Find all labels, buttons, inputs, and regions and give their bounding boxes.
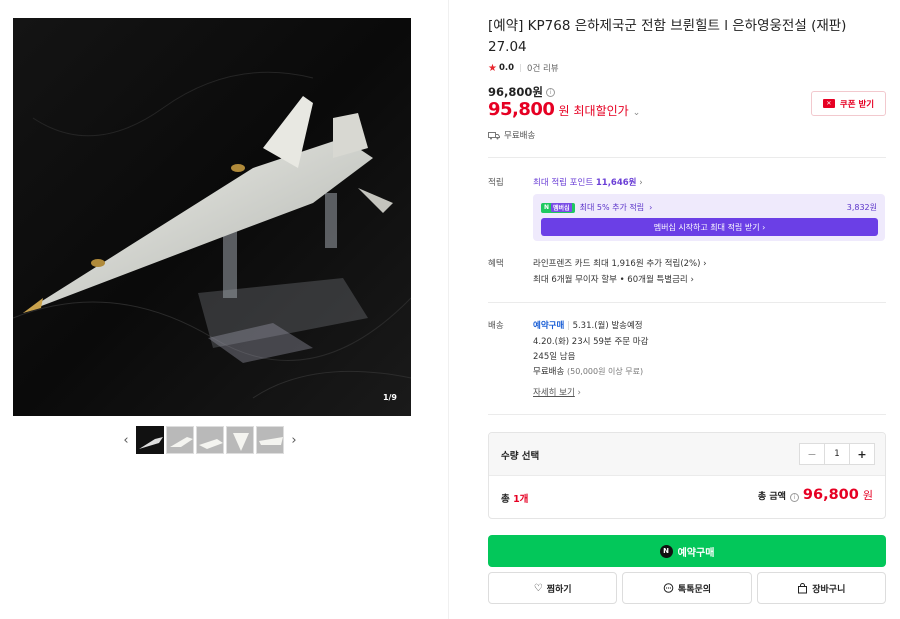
membership-badge-text: 멤버십: [551, 203, 572, 212]
thumbnail-1[interactable]: [136, 426, 164, 454]
benefit-installment-link[interactable]: 최대 6개월 무이자 할부 • 60개월 특별금리 ›: [533, 273, 694, 285]
membership-line: N 멤버십 최대 5% 추가 적립 ›: [541, 202, 652, 213]
divider: [488, 157, 886, 158]
max-points-label: 최대 적립 포인트: [533, 178, 594, 188]
info-icon[interactable]: i: [545, 87, 555, 97]
total-amount: 총 금액 i 96,800 원: [758, 487, 873, 503]
ship-date: 5.31.(월) 발송예정: [572, 321, 643, 331]
points-label: 적립: [488, 178, 504, 188]
total-amount-value: 96,800: [802, 487, 859, 503]
shopping-bag-icon: [798, 582, 808, 593]
naver-n-icon: N: [659, 544, 673, 558]
benefit-card-link[interactable]: 라인프렌즈 카드 최대 1,916원 추가 적립(2%) ›: [533, 257, 707, 269]
thumb-prev-icon[interactable]: ‹: [118, 426, 134, 454]
heart-icon: ♡: [533, 582, 543, 594]
secondary-actions: ♡ 찜하기 톡톡문의 장바구니: [488, 572, 886, 604]
quantity-stepper[interactable]: − 1 +: [799, 443, 875, 465]
minus-button[interactable]: −: [800, 444, 824, 464]
chevron-down-icon[interactable]: ⌄: [633, 108, 641, 118]
sale-price-label[interactable]: 최대할인가: [574, 102, 629, 119]
chevron-right-icon: ›: [577, 388, 581, 398]
total-amount-won: 원: [862, 489, 873, 502]
thumbnail-strip: ‹ ›: [118, 426, 302, 454]
buy-label: 예약구매: [677, 547, 715, 559]
max-points-link[interactable]: 최대 적립 포인트 11,646원 ›: [533, 176, 643, 188]
quantity-label: 수량 선택: [501, 451, 540, 462]
product-title: [예약] KP768 은하제국군 전함 브륀힐트 l 은하영웅전설 (재판) 2…: [488, 18, 847, 55]
membership-extra: 최대 5% 추가 적립: [579, 203, 645, 212]
membership-badge: N 멤버십: [541, 202, 575, 213]
column-divider: [448, 0, 449, 619]
wishlist-label: 찜하기: [546, 584, 572, 595]
thumbnail-3[interactable]: [196, 426, 224, 454]
remaining-days: 245일 남음: [533, 352, 576, 362]
rating-score: 0.0: [498, 63, 515, 73]
quantity-value[interactable]: 1: [824, 444, 850, 464]
membership-points: 3,832원: [846, 203, 877, 212]
chevron-right-icon: ›: [649, 203, 653, 212]
chat-bubble-icon: [663, 582, 674, 593]
sale-price-amount: 95,800: [488, 99, 555, 120]
cart-label: 장바구니: [812, 584, 846, 595]
rating-row: ★ 0.0 0건 리뷰: [488, 62, 559, 75]
plus-button[interactable]: +: [850, 444, 874, 464]
free-shipping: 무료배송: [533, 367, 565, 377]
benefits-label: 혜택: [488, 259, 504, 269]
coupon-icon: ✕: [822, 99, 835, 108]
divider: [488, 302, 886, 303]
chevron-right-icon: ›: [639, 178, 643, 188]
total-count-value: 1개: [513, 494, 529, 505]
free-shipping-cond: (50,000원 이상 무료): [566, 367, 644, 376]
details-link-row[interactable]: 자세히 보기 ›: [533, 386, 581, 398]
quantity-box: 수량 선택 − 1 + 총 1개 총 금액 i 96,800 원: [488, 432, 886, 519]
wishlist-button[interactable]: ♡ 찜하기: [488, 572, 618, 604]
preorder-buy-button[interactable]: N 예약구매: [488, 535, 886, 567]
free-shipping-line: 무료배송 (50,000원 이상 무료): [533, 365, 643, 377]
truck-icon: [488, 131, 500, 139]
star-icon: ★: [488, 62, 497, 74]
membership-start-button[interactable]: 멤버십 시작하고 최대 적립 받기 ›: [541, 218, 878, 236]
original-price-value: 96,800원: [488, 85, 543, 99]
product-image-art: [13, 18, 411, 416]
image-counter: 1/9: [382, 393, 397, 402]
divider: [488, 414, 886, 415]
total-prefix: 총: [501, 494, 510, 505]
cart-button[interactable]: 장바구니: [756, 572, 886, 604]
thumbnail-4[interactable]: [226, 426, 254, 454]
quantity-header: 수량 선택 − 1 +: [489, 433, 885, 476]
product-main-image[interactable]: 1/9: [13, 18, 411, 416]
review-count[interactable]: 0건 리뷰: [527, 62, 559, 74]
shipping-info: 무료배송: [488, 129, 535, 141]
talktalk-label: 톡톡문의: [677, 584, 712, 595]
sale-price-won: 원: [558, 104, 570, 118]
preorder-tag: 예약구매: [533, 321, 565, 331]
sale-price: 95,800 원 최대할인가 ⌄: [488, 99, 640, 120]
max-points-value: 11,646원: [595, 178, 637, 188]
rating-separator: [520, 64, 522, 72]
membership-badge-n: N: [544, 204, 550, 211]
delivery-label: 배송: [488, 321, 504, 331]
info-icon[interactable]: i: [789, 493, 799, 502]
coupon-button[interactable]: ✕ 쿠폰 받기: [811, 91, 886, 116]
delivery-preorder-line: 예약구매 | 5.31.(월) 발송예정: [533, 319, 643, 331]
total-count: 총 1개: [501, 491, 528, 505]
thumbnail-5[interactable]: [256, 426, 284, 454]
original-price: 96,800원 i: [488, 84, 555, 100]
talktalk-button[interactable]: 톡톡문의: [622, 572, 752, 604]
details-link[interactable]: 자세히 보기: [533, 388, 575, 398]
coupon-label: 쿠폰 받기: [839, 99, 875, 110]
thumbnail-2[interactable]: [166, 426, 194, 454]
membership-box: N 멤버십 최대 5% 추가 적립 › 3,832원 멤버십 시작하고 최대 적립…: [533, 194, 885, 241]
total-amount-label: 총 금액: [757, 492, 786, 502]
shipping-text: 무료배송: [504, 131, 536, 141]
thumb-next-icon[interactable]: ›: [286, 426, 302, 454]
order-deadline: 4.20.(화) 23시 59분 주문 마감: [533, 337, 649, 347]
